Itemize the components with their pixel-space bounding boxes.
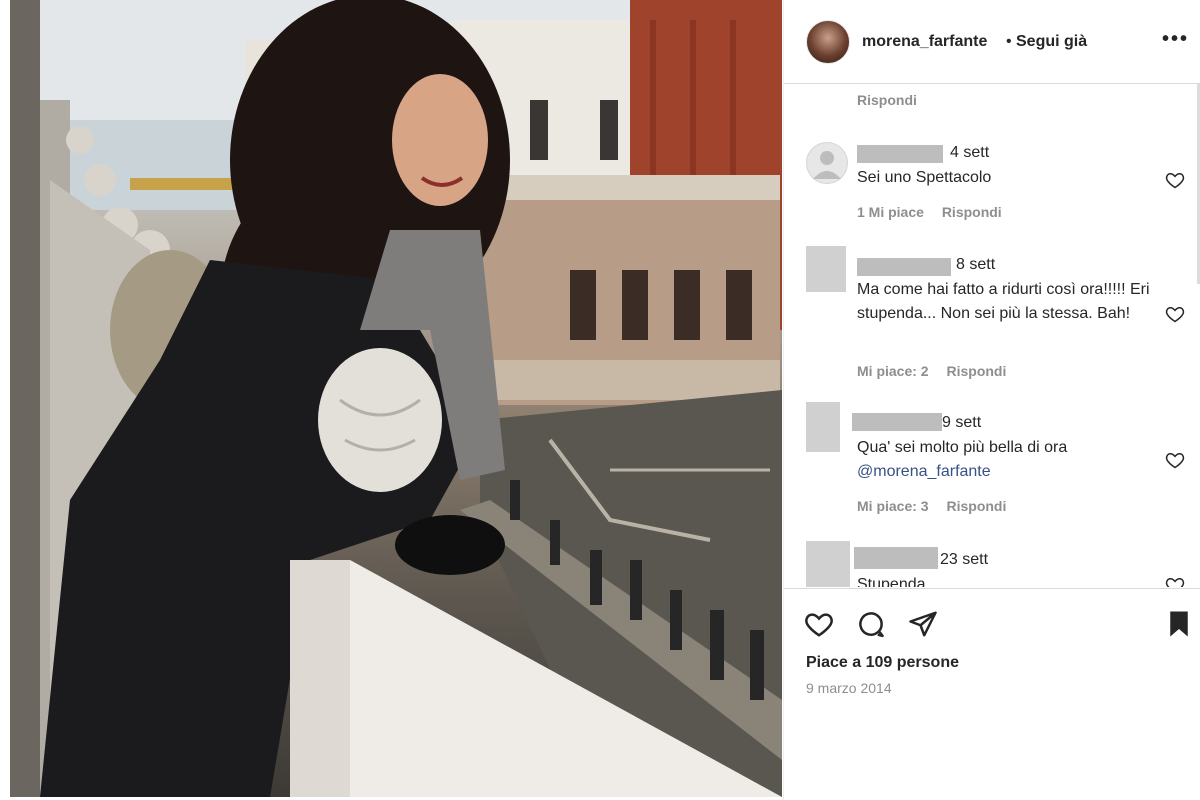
- post-header: morena_farfante • Segui già •••: [784, 0, 1200, 84]
- post-photo[interactable]: [10, 0, 782, 797]
- comment-meta: Mi piace: 2 Rispondi: [857, 363, 1020, 379]
- comment-text: Sei uno Spettacolo: [857, 169, 992, 186]
- commenter-name-redacted: [854, 547, 938, 569]
- send-icon[interactable]: [908, 609, 938, 639]
- comment-heart-icon[interactable]: [1165, 170, 1185, 190]
- commenter-name-redacted: [857, 145, 943, 163]
- likes-count[interactable]: Piace a 109 persone: [806, 654, 959, 672]
- comment-reply-link[interactable]: Rispondi: [946, 498, 1006, 514]
- commenter-avatar[interactable]: [806, 142, 848, 184]
- comment-reply-link[interactable]: Rispondi: [946, 363, 1006, 379]
- comment-time: 4 sett: [950, 144, 990, 161]
- comment-heart-icon[interactable]: [1165, 304, 1185, 324]
- comment-time: 9 sett: [942, 414, 982, 431]
- reply-link[interactable]: Rispondi: [857, 92, 917, 108]
- bookmark-icon[interactable]: [1164, 609, 1194, 639]
- photo-scene: [10, 0, 782, 797]
- commenter-name-redacted: [852, 413, 942, 431]
- comment-body: Qua' sei molto più bella di ora: [857, 439, 1068, 456]
- author-avatar[interactable]: [806, 20, 850, 64]
- commenter-avatar[interactable]: [806, 541, 850, 587]
- comment-text: Qua' sei molto più bella di ora @morena_…: [857, 436, 1157, 484]
- commenter-name-redacted: [857, 258, 951, 276]
- comment-heart-icon[interactable]: [1165, 575, 1185, 587]
- comment-time: 23 sett: [940, 551, 989, 568]
- follow-status-button[interactable]: Segui già: [1016, 33, 1087, 51]
- comment-icon[interactable]: [856, 609, 886, 639]
- commenter-avatar[interactable]: [806, 402, 840, 452]
- header-separator: •: [1006, 33, 1012, 50]
- comment-time: 8 sett: [956, 256, 996, 273]
- comment-likes-count[interactable]: Mi piace: 2: [857, 363, 929, 379]
- comment-likes-count[interactable]: Mi piace: 3: [857, 498, 929, 514]
- author-username[interactable]: morena_farfante: [862, 33, 987, 51]
- post-date: 9 marzo 2014: [806, 680, 892, 696]
- more-options-icon[interactable]: •••: [1162, 28, 1189, 51]
- comment-text: Ma come hai fatto a ridurti così ora!!!!…: [857, 281, 1150, 322]
- heart-icon[interactable]: [804, 609, 834, 639]
- comment-meta: 1 Mi piace Rispondi: [857, 204, 1016, 220]
- post-side-panel: morena_farfante • Segui già ••• Rispondi…: [783, 0, 1200, 800]
- comment-reply-link[interactable]: Rispondi: [942, 204, 1002, 220]
- comment-likes-count[interactable]: 1 Mi piace: [857, 204, 924, 220]
- comment-meta: Mi piace: 3 Rispondi: [857, 498, 1020, 514]
- mention-link[interactable]: @morena_farfante: [857, 463, 991, 480]
- post-actions-bar: [784, 588, 1200, 649]
- comment-text: Stupenda: [857, 576, 926, 587]
- comments-list: Rispondi 4 sett Sei uno Spettacolo 1 Mi …: [784, 84, 1200, 587]
- commenter-avatar[interactable]: [806, 246, 846, 292]
- comment-heart-icon[interactable]: [1165, 450, 1185, 470]
